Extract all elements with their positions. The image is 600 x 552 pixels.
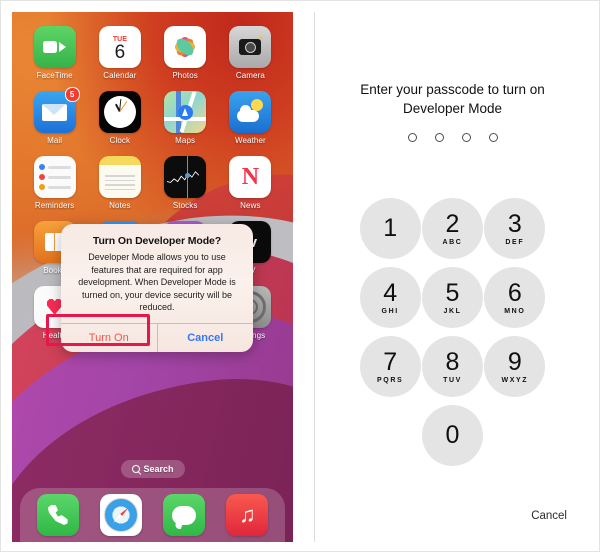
key-4[interactable]: 4 GHI	[359, 267, 421, 328]
app-news[interactable]: N News	[218, 156, 283, 210]
key-letters: GHI	[381, 307, 399, 315]
key-letters: JKL	[443, 307, 462, 315]
key-6[interactable]: 6 MNO	[484, 267, 546, 328]
app-facetime[interactable]: FaceTime	[22, 26, 87, 80]
key-letters: WXYZ	[501, 376, 529, 384]
key-number: 6	[507, 278, 522, 307]
key-5[interactable]: 5 JKL	[421, 267, 483, 328]
maps-icon	[164, 91, 207, 133]
key-letters: PQRS	[377, 376, 404, 384]
alert-title: Turn On Developer Mode?	[92, 235, 222, 247]
calendar-icon: TUE 6	[98, 26, 141, 68]
iphone-home-screen-panel: FaceTime TUE 6 Calendar Photos Camera 5 …	[12, 12, 293, 542]
app-label: Weather	[234, 136, 266, 145]
messages-icon[interactable]	[163, 494, 206, 536]
calendar-date: 6	[114, 42, 126, 63]
app-label: Maps	[175, 136, 196, 145]
app-label: Camera	[235, 71, 265, 80]
phone-icon[interactable]	[36, 494, 79, 536]
app-weather[interactable]: Weather	[218, 91, 283, 145]
app-mail[interactable]: 5 Mail	[22, 87, 87, 145]
key-letters: DEF	[505, 238, 525, 246]
key-8[interactable]: 8 TUV	[421, 336, 483, 397]
app-photos[interactable]: Photos	[153, 26, 218, 80]
key-letters: MNO	[504, 307, 526, 315]
key-number: 5	[445, 278, 460, 307]
app-clock[interactable]: Clock	[87, 91, 152, 145]
key-number: 0	[445, 421, 460, 449]
key-1[interactable]: 1	[359, 198, 421, 259]
app-camera[interactable]: Camera	[218, 26, 283, 80]
key-number: 4	[383, 278, 398, 307]
photos-icon	[164, 26, 207, 68]
app-reminders[interactable]: Reminders	[22, 156, 87, 210]
search-pill[interactable]: Search	[120, 460, 185, 478]
safari-icon[interactable]	[99, 494, 142, 536]
app-calendar[interactable]: TUE 6 Calendar	[87, 26, 152, 80]
key-3[interactable]: 3 DEF	[484, 198, 546, 259]
passcode-panel: Enter your passcode to turn on Developer…	[315, 12, 590, 542]
key-number: 7	[383, 347, 398, 376]
dock: ♫	[20, 488, 285, 542]
mail-badge: 5	[64, 87, 80, 102]
passcode-dot	[407, 133, 417, 142]
passcode-dots	[315, 133, 590, 142]
page-frame: FaceTime TUE 6 Calendar Photos Camera 5 …	[0, 0, 600, 552]
developer-mode-alert: Turn On Developer Mode? Developer Mode a…	[61, 224, 253, 352]
key-number: 8	[445, 347, 460, 376]
key-letters: ABC	[442, 238, 463, 246]
passcode-dot	[434, 133, 444, 142]
key-number: 1	[383, 214, 398, 242]
stocks-icon	[164, 156, 207, 198]
alert-cancel-button[interactable]: Cancel	[156, 323, 254, 352]
key-number: 9	[507, 347, 522, 376]
app-label: Stocks	[172, 201, 198, 210]
passcode-dot	[488, 133, 498, 142]
news-icon: N	[229, 156, 272, 198]
key-number: 2	[445, 209, 460, 238]
key-2[interactable]: 2 ABC	[421, 198, 483, 259]
app-label: News	[240, 201, 261, 210]
facetime-icon	[33, 26, 76, 68]
key-0[interactable]: 0	[421, 405, 483, 466]
passcode-cancel-button[interactable]: Cancel	[531, 510, 567, 522]
app-label: FaceTime	[36, 71, 73, 80]
alert-body: Turn On Developer Mode? Developer Mode a…	[61, 224, 253, 323]
search-icon	[131, 465, 140, 473]
app-label: Mail	[47, 136, 63, 145]
notes-icon	[98, 156, 141, 198]
key-letters: TUV	[443, 376, 462, 384]
key-9[interactable]: 9 WXYZ	[484, 336, 546, 397]
passcode-keypad: 1 2 ABC 3 DEF 4 GHI 5 JKL 6 MNO 7 PQRS 8…	[315, 198, 590, 466]
passcode-dot	[461, 133, 471, 142]
app-label: Clock	[109, 136, 131, 145]
app-label: Reminders	[34, 201, 75, 210]
camera-icon	[229, 26, 272, 68]
alert-message: Developer Mode allows you to use feature…	[78, 252, 236, 312]
app-stocks[interactable]: Stocks	[153, 156, 218, 210]
search-label: Search	[143, 464, 174, 474]
reminders-icon	[33, 156, 76, 198]
app-label: Notes	[109, 201, 131, 210]
weather-icon	[229, 91, 272, 133]
key-7[interactable]: 7 PQRS	[359, 336, 421, 397]
music-icon[interactable]: ♫	[226, 494, 269, 536]
app-notes[interactable]: Notes	[87, 156, 152, 210]
app-label: Photos	[172, 71, 198, 80]
clock-icon	[98, 91, 141, 133]
turn-on-button[interactable]: Turn On	[61, 324, 157, 352]
app-label: Calendar	[103, 71, 137, 80]
passcode-title: Enter your passcode to turn on Developer…	[360, 82, 545, 116]
alert-actions: Turn On Cancel	[61, 322, 254, 352]
app-maps[interactable]: Maps	[153, 91, 218, 145]
key-number: 3	[507, 209, 522, 238]
